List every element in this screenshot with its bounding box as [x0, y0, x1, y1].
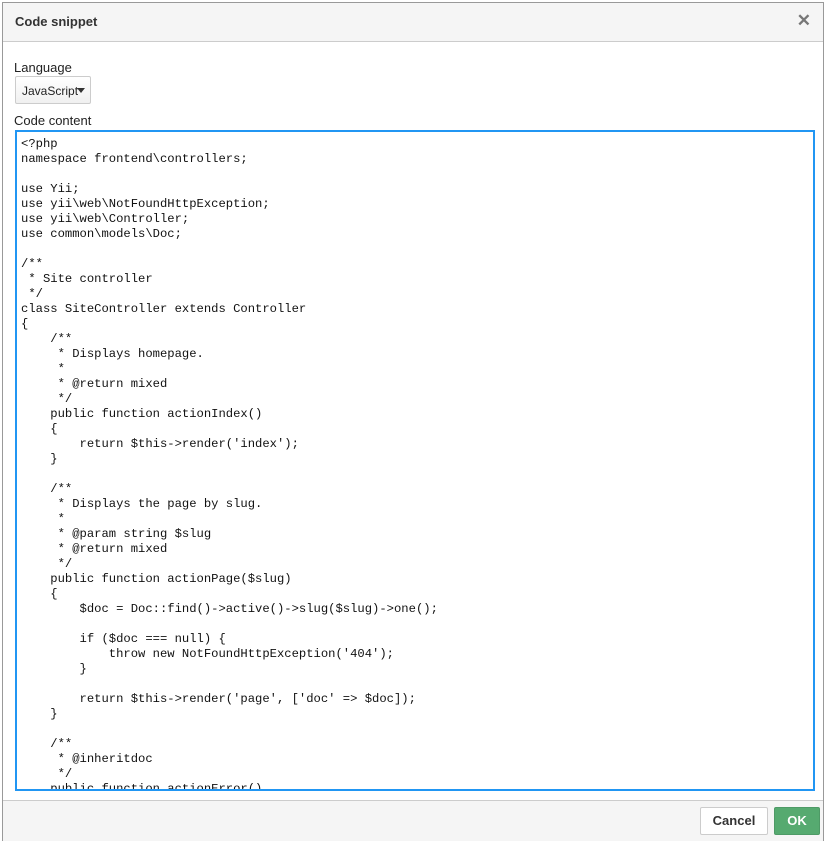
- cancel-button[interactable]: Cancel: [700, 807, 768, 835]
- code-text: <?php namespace frontend\controllers; us…: [21, 137, 438, 791]
- code-snippet-dialog: Code snippet ✕ Language JavaScript Code …: [2, 2, 824, 841]
- ok-button[interactable]: OK: [774, 807, 820, 835]
- close-icon[interactable]: ✕: [797, 11, 811, 31]
- dialog-footer: Cancel OK: [3, 800, 823, 841]
- chevron-down-icon: [77, 88, 85, 93]
- code-content-textarea[interactable]: <?php namespace frontend\controllers; us…: [15, 130, 815, 791]
- language-value: JavaScript: [22, 84, 79, 98]
- dialog-header: Code snippet ✕: [3, 3, 823, 42]
- code-content-label: Code content: [14, 113, 92, 128]
- language-select[interactable]: JavaScript: [15, 76, 91, 104]
- language-label: Language: [14, 60, 72, 75]
- dialog-title: Code snippet: [15, 14, 98, 29]
